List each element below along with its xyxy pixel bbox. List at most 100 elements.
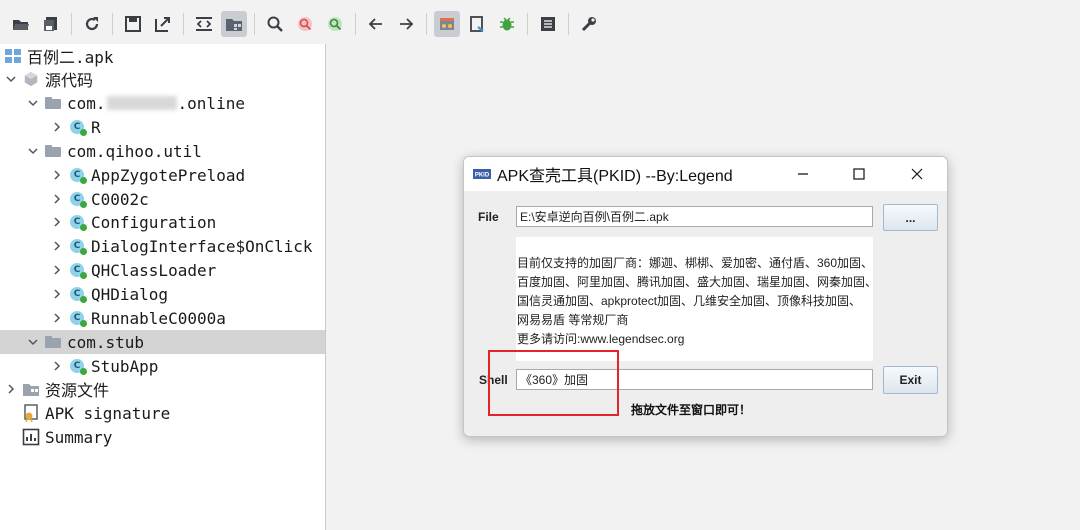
tree-class-item[interactable]: C DialogInterface$OnClick (0, 234, 325, 258)
file-path-field[interactable]: E:\安卓逆向百例\百例二.apk (516, 206, 873, 227)
debug-icon[interactable] (494, 11, 520, 37)
chevron-right-icon[interactable] (50, 263, 64, 277)
save-icon[interactable] (120, 11, 146, 37)
file-label: File (478, 210, 499, 224)
class-label: QHDialog (91, 284, 169, 304)
summary-chart-icon (22, 428, 40, 446)
close-icon (911, 168, 923, 180)
search-class-icon[interactable] (292, 11, 318, 37)
info-line: 目前仅支持的加固厂商：娜迦、梆梆、爱加密、通付盾、360加固、 (517, 256, 874, 270)
class-label: QHClassLoader (91, 260, 217, 280)
tree-class-item[interactable]: C RunnableC0000a (0, 306, 325, 330)
tree-signature-label: APK signature (45, 403, 171, 423)
source-package-icon (22, 70, 40, 88)
tree-root-label: 百例二.apk (27, 48, 114, 67)
class-icon: C (68, 357, 87, 375)
chevron-right-icon[interactable] (50, 311, 64, 325)
chevron-down-icon[interactable] (26, 144, 40, 158)
package-prefix: com. (67, 93, 106, 113)
dialog-titlebar[interactable]: PKID APK查壳工具(PKID) --By:Legend (464, 157, 947, 191)
supported-vendors-info: 目前仅支持的加固厂商：娜迦、梆梆、爱加密、通付盾、360加固、 百度加固、阿里加… (516, 237, 878, 361)
class-label: DialogInterface$OnClick (91, 236, 313, 256)
package-icon (44, 333, 62, 351)
tree-class-item[interactable]: C R (0, 115, 325, 139)
class-icon: C (68, 261, 87, 279)
sync-code-icon[interactable] (191, 11, 217, 37)
tree-class-item[interactable]: C Configuration (0, 210, 325, 234)
chevron-down-icon[interactable] (26, 335, 40, 349)
tree-class-item[interactable]: C StubApp (0, 354, 325, 378)
info-line: 网易易盾 等常规厂商 (517, 313, 629, 327)
package-label: com.qihoo.util (67, 141, 202, 161)
info-line: 百度加固、阿里加固、腾讯加固、盛大加固、瑞星加固、网秦加固、 (517, 275, 878, 289)
chevron-right-icon[interactable] (50, 215, 64, 229)
class-icon: C (68, 237, 87, 255)
chevron-right-icon[interactable] (50, 192, 64, 206)
tree-resources-folder[interactable]: 资源文件 (0, 377, 325, 401)
log-icon[interactable] (535, 11, 561, 37)
deobfuscation-icon[interactable] (434, 11, 460, 37)
tree-apk-signature[interactable]: APK signature (0, 401, 325, 425)
package-label: com.stub (67, 332, 145, 352)
maximize-button[interactable] (831, 157, 887, 191)
class-label: RunnableC0000a (91, 308, 226, 328)
class-label: R (91, 117, 101, 137)
apk-icon (4, 47, 22, 65)
flatten-packages-icon[interactable] (221, 11, 247, 37)
project-tree[interactable]: 百例二.apk 源代码 com. .online C R com.qihoo.ut… (0, 44, 326, 530)
highlight-box (488, 350, 619, 416)
tree-root-apk[interactable]: 百例二.apk (0, 44, 325, 68)
chevron-right-icon[interactable] (50, 239, 64, 253)
tree-source-label: 源代码 (45, 71, 94, 90)
open-file-icon[interactable] (8, 11, 34, 37)
tree-package-qihoo[interactable]: com.qihoo.util (0, 139, 325, 163)
preferences-icon[interactable] (576, 11, 602, 37)
package-icon (44, 142, 62, 160)
certificate-icon (22, 404, 40, 422)
chevron-down-icon[interactable] (4, 72, 18, 86)
tree-resources-label: 资源文件 (45, 381, 110, 400)
chevron-down-icon[interactable] (26, 96, 40, 110)
tree-class-item[interactable]: C QHClassLoader (0, 258, 325, 282)
minimize-button[interactable] (775, 157, 831, 191)
chevron-right-icon[interactable] (50, 359, 64, 373)
class-icon: C (68, 285, 87, 303)
chevron-right-icon[interactable] (50, 168, 64, 182)
exit-button[interactable]: Exit (883, 366, 938, 394)
class-icon: C (68, 309, 87, 327)
main-toolbar (0, 0, 1080, 48)
tree-class-item[interactable]: C QHDialog (0, 282, 325, 306)
tree-source-folder[interactable]: 源代码 (0, 67, 325, 91)
chevron-right-icon[interactable] (50, 287, 64, 301)
save-all-icon[interactable] (38, 11, 64, 37)
class-label: C0002c (91, 189, 149, 209)
package-icon (44, 94, 62, 112)
class-icon: C (68, 118, 87, 136)
tree-class-item[interactable]: C C0002c (0, 187, 325, 211)
tree-class-item[interactable]: C AppZygotePreload (0, 163, 325, 187)
resources-folder-icon (22, 380, 40, 398)
class-label: Configuration (91, 212, 217, 232)
browse-button[interactable]: ... (883, 204, 938, 231)
maximize-icon (853, 168, 865, 180)
drop-hint: 拖放文件至窗口即可！ (631, 403, 752, 417)
forward-icon[interactable] (393, 11, 419, 37)
class-icon: C (68, 190, 87, 208)
class-icon: C (68, 166, 87, 184)
back-icon[interactable] (363, 11, 389, 37)
chevron-right-icon[interactable] (4, 382, 18, 396)
tree-summary-label: Summary (45, 427, 113, 447)
tree-summary[interactable]: Summary (0, 425, 325, 449)
svg-text:PKID: PKID (475, 173, 490, 179)
chevron-right-icon[interactable] (50, 120, 64, 134)
close-button[interactable] (889, 157, 945, 191)
reload-icon[interactable] (79, 11, 105, 37)
tree-package-stub[interactable]: com.stub (0, 330, 325, 354)
search-icon[interactable] (262, 11, 288, 37)
quark-icon[interactable] (464, 11, 490, 37)
search-usage-icon[interactable] (322, 11, 348, 37)
class-label: StubApp (91, 356, 159, 376)
info-line: 更多请访问:www.legendsec.org (517, 332, 685, 346)
tree-package-online[interactable]: com. .online (0, 91, 325, 115)
export-icon[interactable] (150, 11, 176, 37)
